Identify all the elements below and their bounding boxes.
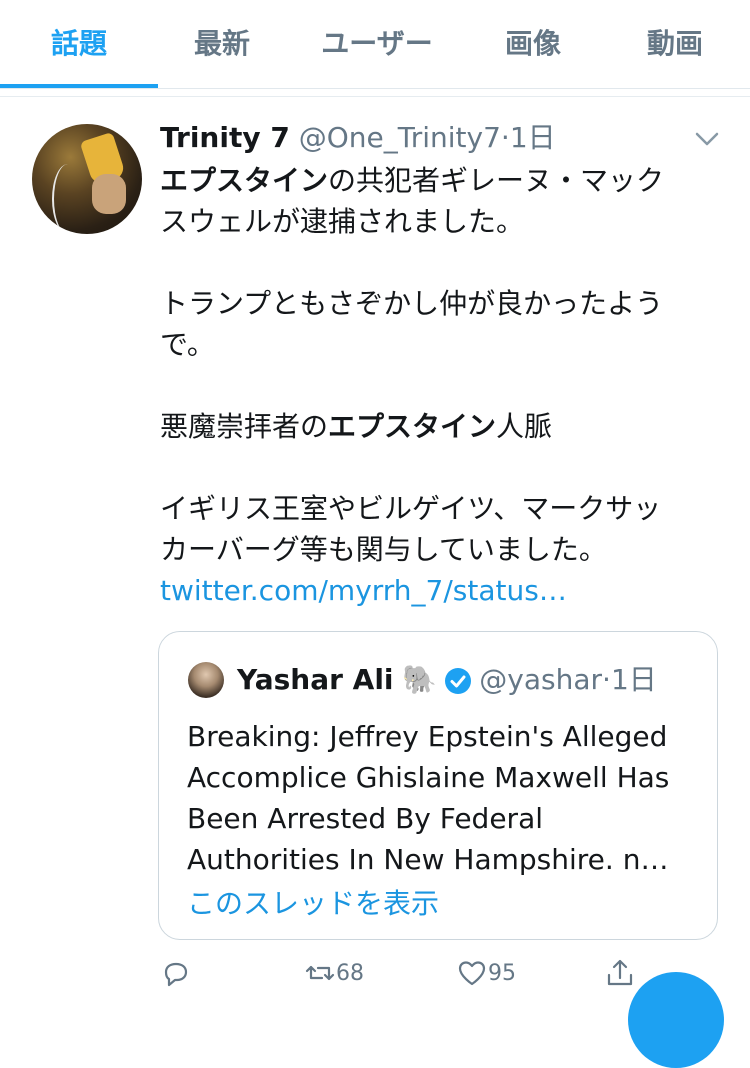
quoted-tweet-header: Yashar Ali 🐘 @yashar·1日 bbox=[237, 660, 657, 700]
quoted-text-line: Accomplice Ghislaine Maxwell Has bbox=[187, 761, 670, 794]
quoted-avatar[interactable] bbox=[188, 662, 224, 698]
quoted-text-line: Breaking: Jeffrey Epstein's Alleged bbox=[187, 720, 668, 753]
tab-photos[interactable]: 画像 bbox=[454, 0, 612, 88]
like-button[interactable]: 95 bbox=[456, 956, 516, 990]
share-button[interactable] bbox=[604, 956, 636, 990]
verified-badge-icon bbox=[443, 666, 473, 696]
quoted-text-line: Authorities In New Hampshire. n… bbox=[187, 843, 669, 876]
compose-tweet-button[interactable] bbox=[628, 972, 724, 1068]
tab-videos[interactable]: 動画 bbox=[596, 0, 750, 88]
reply-button[interactable] bbox=[160, 956, 192, 990]
retweet-icon bbox=[305, 965, 335, 981]
tweet-header: Trinity 7 @One_Trinity7·1日 bbox=[160, 118, 556, 158]
tweet-actions: 68 95 bbox=[0, 950, 750, 991]
tweet-text: エプスタインの共犯者ギレーヌ・マック スウェルが逮捕されました。 トランプともさ… bbox=[160, 160, 720, 611]
highlight-term: エプスタイン bbox=[160, 164, 329, 197]
author-handle[interactable]: @One_Trinity7 bbox=[299, 121, 501, 154]
quoted-text-line: Been Arrested By Federal bbox=[187, 802, 544, 835]
quoted-author-handle[interactable]: @yashar bbox=[479, 663, 602, 696]
tweet-text-line: 人脈 bbox=[496, 410, 553, 443]
tweet-text-line: 悪魔崇拝者の bbox=[160, 410, 329, 443]
quoted-author-name[interactable]: Yashar Ali bbox=[237, 663, 394, 696]
tweet-text-line: で。 bbox=[160, 328, 215, 361]
quoted-timestamp[interactable]: 1日 bbox=[611, 663, 657, 696]
retweet-button[interactable]: 68 bbox=[304, 956, 364, 990]
tweet-text-line: スウェルが逮捕されました。 bbox=[160, 205, 525, 238]
tab-people[interactable]: ユーザー bbox=[298, 0, 456, 88]
tweet-text-line: カーバーグ等も関与していました。 bbox=[160, 533, 607, 566]
tweet-text-line: トランプともさぞかし仲が良かったよう bbox=[160, 287, 664, 320]
reply-icon bbox=[164, 962, 188, 987]
highlight-term: エプスタイン bbox=[328, 410, 497, 443]
heart-icon bbox=[458, 961, 486, 986]
like-count: 95 bbox=[488, 960, 516, 986]
quoted-tweet-text: Breaking: Jeffrey Epstein's Alleged Acco… bbox=[187, 716, 697, 880]
tab-top[interactable]: 話題 bbox=[0, 0, 158, 88]
quoted-tweet-card[interactable]: Yashar Ali 🐘 @yashar·1日 Breaking: Jeffrey… bbox=[158, 631, 718, 940]
author-name[interactable]: Trinity 7 bbox=[160, 121, 290, 154]
avatar[interactable] bbox=[32, 124, 142, 234]
search-tabs: 話題 最新 ユーザー 画像 動画 bbox=[0, 0, 750, 89]
show-thread-link[interactable]: このスレッドを表示 bbox=[187, 884, 439, 924]
separator-dot: · bbox=[602, 663, 611, 696]
separator-dot: · bbox=[500, 121, 510, 154]
tab-latest[interactable]: 最新 bbox=[143, 0, 301, 88]
share-icon bbox=[607, 959, 633, 986]
elephant-emoji: 🐘 bbox=[402, 663, 438, 696]
chevron-down-icon[interactable] bbox=[692, 124, 722, 154]
retweet-count: 68 bbox=[336, 960, 364, 986]
divider bbox=[0, 96, 750, 97]
tweet-link[interactable]: twitter.com/myrrh_7/status… bbox=[160, 570, 720, 611]
tweet-text-line: の共犯者ギレーヌ・マック bbox=[328, 164, 665, 197]
active-tab-indicator bbox=[0, 84, 158, 88]
tweet-text-line: イギリス王室やビルゲイツ、マークサッ bbox=[160, 492, 662, 525]
timestamp[interactable]: 1日 bbox=[510, 121, 556, 154]
